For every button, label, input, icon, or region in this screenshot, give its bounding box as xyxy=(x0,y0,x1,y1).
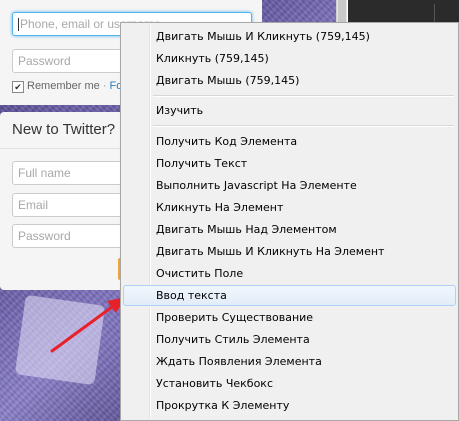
menu-item-move-mouse-coords[interactable]: Двигать Мышь (759,145) xyxy=(123,70,456,91)
menu-item-inspect[interactable]: Изучить xyxy=(123,100,456,121)
menu-item-get-element-code[interactable]: Получить Код Элемента xyxy=(123,131,456,152)
menu-item-scroll-to-element[interactable]: Прокрутка К Элементу xyxy=(123,395,456,416)
menu-item-type-text[interactable]: Ввод текста xyxy=(123,285,456,306)
menu-item-set-checkbox[interactable]: Установить Чекбокс xyxy=(123,373,456,394)
menu-item-check-exists[interactable]: Проверить Существование xyxy=(123,307,456,328)
menu-item-move-and-click-coords[interactable]: Двигать Мышь И Кликнуть (759,145) xyxy=(123,26,456,47)
arrow-shaft xyxy=(50,305,114,353)
menu-item-move-and-click-element[interactable]: Двигать Мышь И Кликнуть На Элемент xyxy=(123,241,456,262)
menu-item-wait-element[interactable]: Ждать Появления Элемента xyxy=(123,351,456,372)
menu-item-click-coords[interactable]: Кликнуть (759,145) xyxy=(123,48,456,69)
menu-item-click-element[interactable]: Кликнуть На Элемент xyxy=(123,197,456,218)
menu-item-get-text[interactable]: Получить Текст xyxy=(123,153,456,174)
menu-separator xyxy=(153,125,454,127)
context-menu: Двигать Мышь И Кликнуть (759,145) Кликну… xyxy=(120,22,459,421)
menu-separator xyxy=(153,95,454,97)
menu-item-get-style[interactable]: Получить Стиль Элемента xyxy=(123,329,456,350)
menu-item-clear-field[interactable]: Очистить Поле xyxy=(123,263,456,284)
menu-item-hover-element[interactable]: Двигать Мышь Над Элементом xyxy=(123,219,456,240)
menu-item-run-javascript[interactable]: Выполнить Javascript На Элементе xyxy=(123,175,456,196)
